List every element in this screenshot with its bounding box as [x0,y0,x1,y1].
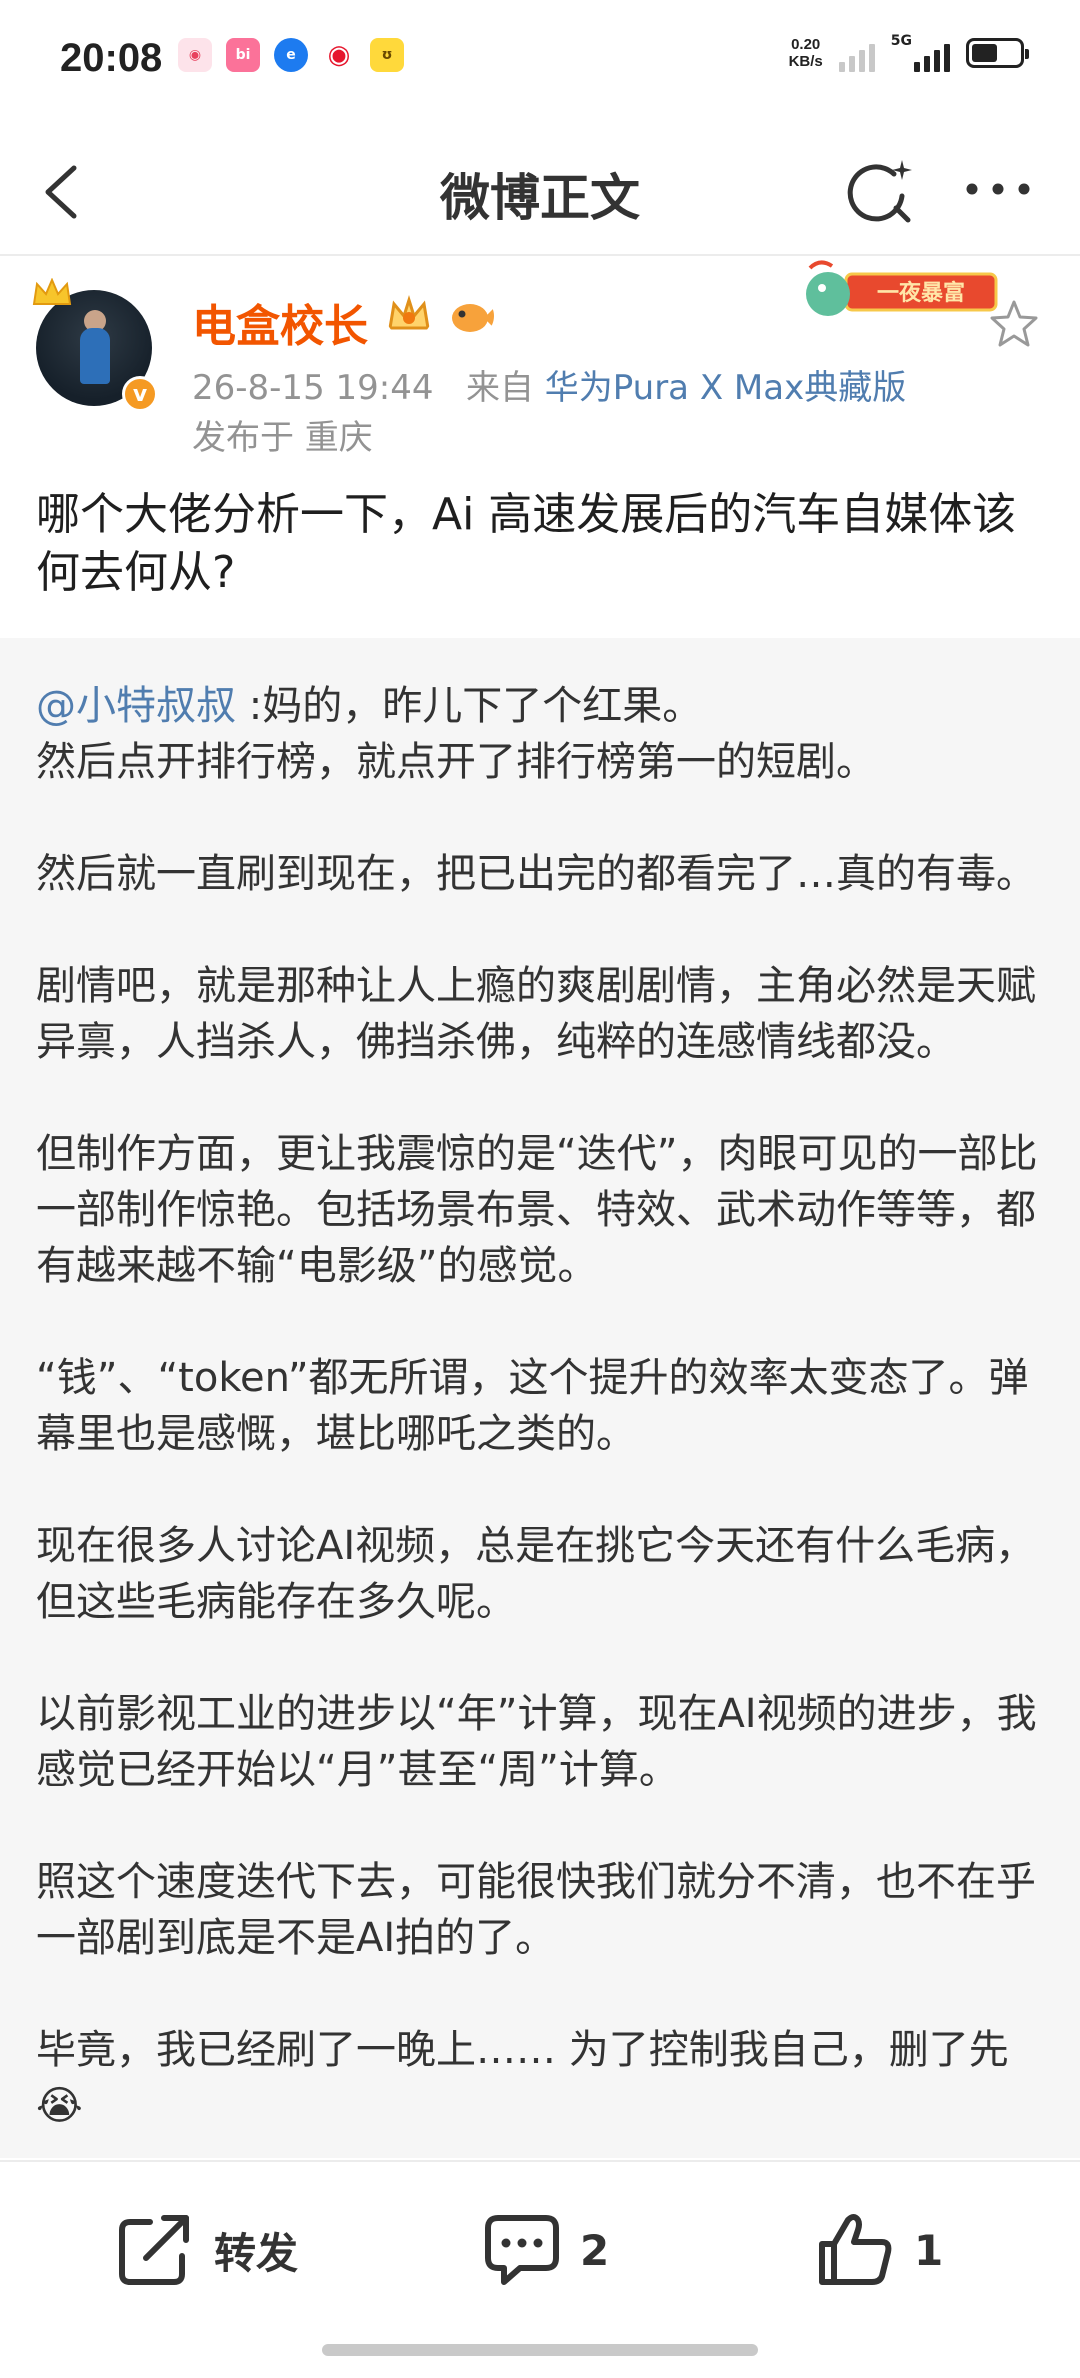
page-title: 微博正文 [440,169,640,227]
status-indicators: 0.20 KB/s 5G [789,34,1029,72]
home-indicator[interactable] [322,2344,758,2356]
repost-button[interactable]: 转发 [116,2208,298,2292]
comment-count: 2 [580,2225,610,2275]
reposted-content[interactable]: @小特叔叔 :妈的，昨儿下了个红果。 然后点开排行榜，就点开了排行榜第一的短剧。… [0,638,1080,2158]
network-speed: 0.20 KB/s [789,36,823,70]
map-app-icon: ◉ [178,38,212,72]
network-speed-unit: KB/s [788,53,823,70]
fish-badge-icon[interactable] [448,294,494,338]
browser-app-icon: e [274,38,308,72]
post-source[interactable]: 华为Pura X Max典藏版 [545,368,906,408]
post-location: 发布于 重庆 [192,418,373,458]
action-bar: 转发 2 1 [0,2160,1080,2378]
author-name[interactable]: 电盒校长 [192,290,368,354]
repost-label: 转发 [214,2228,299,2278]
status-time: 20:08 [60,36,163,80]
pet-app-icon: ʊ [370,38,404,72]
favorite-star-icon[interactable] [988,298,1040,350]
weibo-app-icon: ◉ [322,38,356,72]
banner-text: 一夜暴富 [877,280,965,306]
navigation-bar: 微博正文 [0,120,1080,256]
vip-crown-badge-icon[interactable] [386,294,432,338]
avatar[interactable]: v [32,278,158,412]
bilibili-app-icon: bi [226,38,260,72]
source-prefix: 来自 [465,368,534,408]
post-meta: 26-8-15 19:44 来自 华为Pura X Max典藏版 [192,360,906,409]
like-button[interactable]: 1 [816,2208,943,2292]
post-timestamp: 26-8-15 19:44 [192,368,434,408]
crying-emoji: 😭 [36,2083,83,2129]
like-icon [819,2214,892,2285]
repost-body: @小特叔叔 :妈的，昨儿下了个红果。 然后点开排行榜，就点开了排行榜第一的短剧。… [36,678,1056,2134]
network-type: 5G [890,33,912,49]
post-text: 哪个大佬分析一下，Ai 高速发展后的汽车自媒体该何去何从? [36,489,1017,598]
avatar-figure [80,328,110,384]
cellular-5g: 5G [891,34,950,72]
verified-badge-icon: v [122,376,158,412]
comment-icon [485,2215,559,2285]
status-bar: 20:08 ◉ bi e ◉ ʊ 0.20 KB/s 5G [0,0,1080,120]
fortune-banner[interactable]: 一夜暴富 [802,256,1002,326]
like-count: 1 [914,2225,944,2275]
notification-icons: ◉ bi e ◉ ʊ [178,38,404,72]
more-icon[interactable] [962,176,1034,202]
network-speed-value: 0.20 [791,36,821,53]
battery-icon [966,38,1029,68]
author-badges [386,294,494,338]
share-icon [119,2215,189,2285]
repost-text: :妈的，昨儿下了个红果。 然后点开排行榜，就点开了排行榜第一的短剧。 然后就一直… [36,683,1038,2073]
signal-icon [914,34,950,72]
post-header: v 电盒校长 26-8-15 19:44 来自 华为Pura X Max典藏版 … [0,256,1080,458]
refresh-icon[interactable] [844,156,914,226]
battery-fill [972,44,997,62]
crown-icon [32,278,72,305]
comment-button[interactable]: 2 [482,2208,609,2292]
signal-icon-secondary [838,34,875,72]
repost-mention[interactable]: @小特叔叔 [36,683,236,729]
